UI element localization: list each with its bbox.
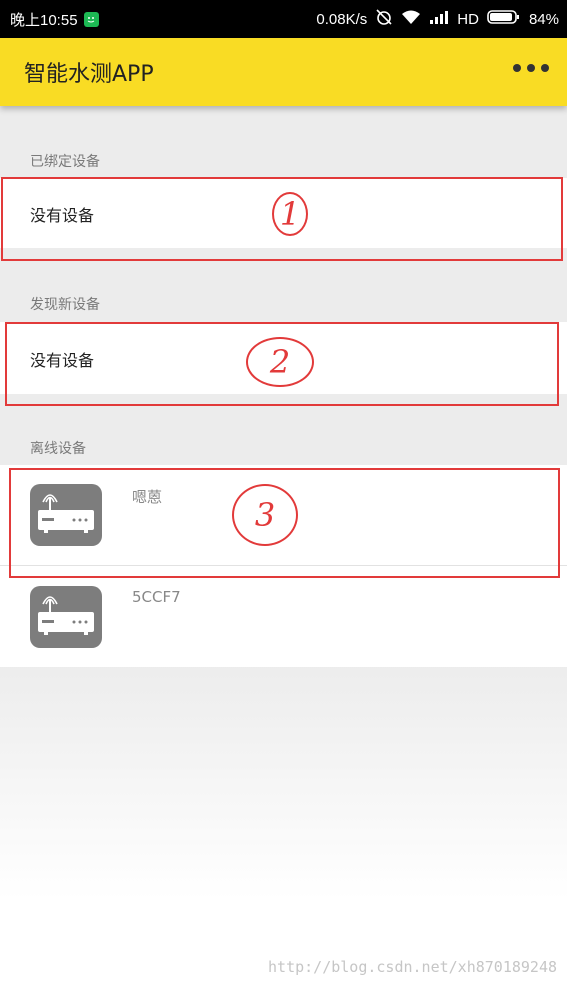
watermark-text: http://blog.csdn.net/xh870189248 <box>268 958 557 976</box>
battery-level: 84% <box>528 10 559 28</box>
discovered-devices-header: 发现新设备 <box>30 297 100 313</box>
signal-icon <box>429 10 449 28</box>
app-bar: 智能水测APP <box>0 38 567 106</box>
more-options-button[interactable] <box>513 64 549 72</box>
router-icon <box>30 586 102 648</box>
network-type: HD <box>457 10 479 28</box>
device-item[interactable]: 5CCF7 <box>0 566 567 666</box>
app-notification-icon <box>83 11 99 27</box>
bound-devices-header: 已绑定设备 <box>30 154 100 170</box>
wifi-icon <box>401 9 421 29</box>
offline-devices-header: 离线设备 <box>30 441 86 457</box>
status-bar: 晚上10:55 0.08K/s HD 84% <box>0 0 567 38</box>
more-dot-icon <box>541 64 549 72</box>
device-name: 5CCF7 <box>132 588 181 606</box>
annotation-number-1: 1 <box>272 192 308 236</box>
more-dot-icon <box>527 64 535 72</box>
network-speed: 0.08K/s <box>316 10 368 28</box>
annotation-number-3: 3 <box>232 484 298 546</box>
alarm-off-icon <box>375 8 393 30</box>
annotation-number-2: 2 <box>246 337 314 387</box>
battery-icon <box>487 10 521 28</box>
app-title: 智能水测APP <box>24 62 154 87</box>
more-dot-icon <box>513 64 521 72</box>
status-time: 晚上10:55 <box>10 11 78 29</box>
